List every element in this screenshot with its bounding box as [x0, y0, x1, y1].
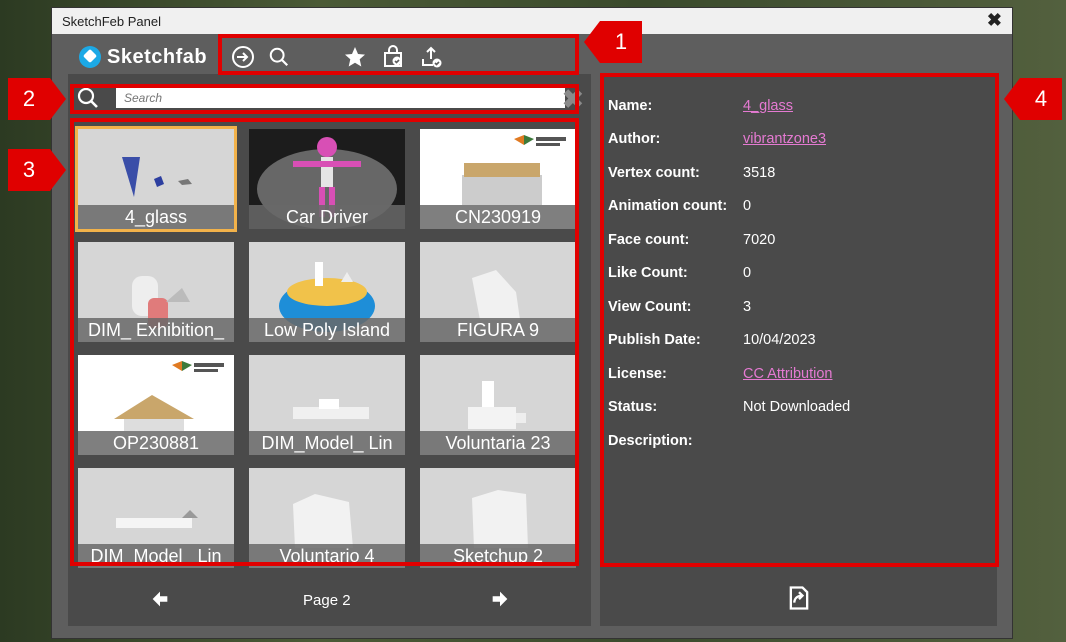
- callout-pointer-3: [50, 149, 66, 191]
- sketchfab-logo-icon: [79, 46, 101, 68]
- callout-pointer-4: [1004, 78, 1020, 120]
- callout-number-2: 2: [8, 78, 50, 120]
- callout-pointer-1: [584, 21, 600, 63]
- next-page-arrow-icon[interactable]: [488, 588, 512, 612]
- callout-number-4: 4: [1020, 78, 1062, 120]
- callout-box-1: [218, 34, 579, 75]
- callout-number-3: 3: [8, 149, 50, 191]
- window-title: SketchFeb Panel: [62, 14, 162, 29]
- pagination: Page 2: [68, 580, 591, 620]
- page-label: Page 2: [303, 592, 351, 609]
- callout-box-2: [70, 84, 579, 114]
- callout-number-1: 1: [600, 21, 642, 63]
- sketchfab-logo: Sketchfab: [79, 42, 207, 72]
- title-bar: SketchFeb Panel ✖: [52, 8, 1012, 34]
- close-icon[interactable]: ✖: [987, 10, 1002, 31]
- prev-page-arrow-icon[interactable]: [148, 588, 172, 612]
- callout-box-4: [600, 73, 999, 567]
- brand-name: Sketchfab: [107, 45, 208, 68]
- callout-box-3: [70, 118, 579, 566]
- import-model-icon[interactable]: [785, 584, 813, 612]
- callout-pointer-2: [50, 78, 66, 120]
